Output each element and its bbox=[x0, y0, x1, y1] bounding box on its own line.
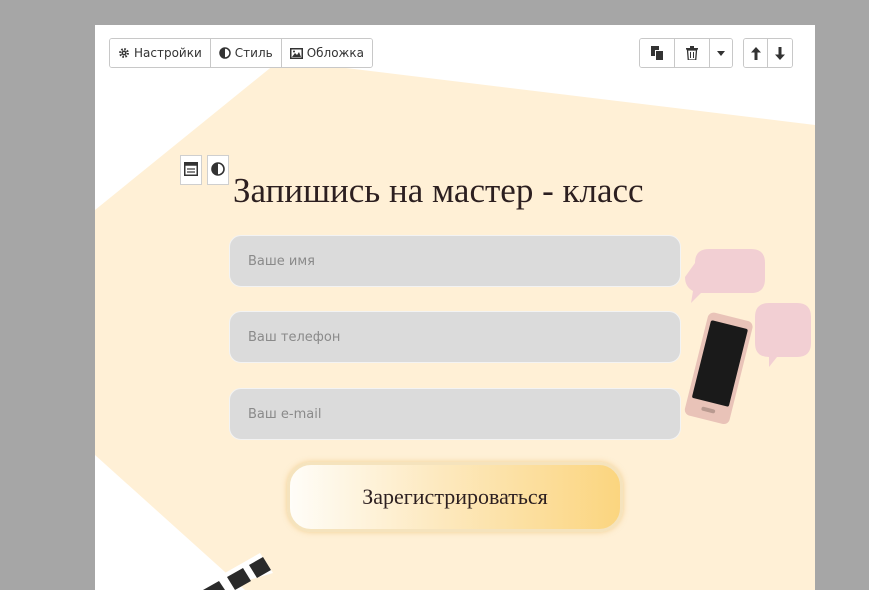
caret-down-icon bbox=[717, 50, 725, 56]
contrast-icon bbox=[211, 161, 225, 180]
register-button-label: Зарегистрироваться bbox=[362, 484, 548, 509]
trash-icon bbox=[686, 46, 698, 60]
arrow-down-icon bbox=[775, 46, 785, 60]
more-actions-dropdown[interactable] bbox=[710, 39, 732, 67]
phone-field[interactable] bbox=[229, 311, 681, 363]
form-title: Запишись на мастер - класс bbox=[233, 171, 644, 210]
form-settings-button[interactable] bbox=[180, 155, 202, 185]
copy-icon bbox=[651, 46, 663, 60]
form-icon bbox=[184, 161, 198, 180]
editor-canvas: Настройки Стиль Обложка Запишись на маст… bbox=[95, 25, 815, 590]
gear-icon bbox=[118, 47, 130, 59]
style-button[interactable]: Стиль bbox=[210, 39, 282, 67]
delete-button[interactable] bbox=[675, 39, 710, 67]
register-button[interactable]: Зарегистрироваться bbox=[287, 462, 623, 532]
email-field[interactable] bbox=[229, 388, 681, 440]
image-icon bbox=[289, 47, 303, 59]
block-toolbar-actions bbox=[639, 38, 733, 68]
name-field[interactable] bbox=[229, 235, 681, 287]
cover-button[interactable]: Обложка bbox=[281, 39, 372, 67]
form-style-button[interactable] bbox=[207, 155, 229, 185]
block-move-toolbar bbox=[743, 38, 793, 68]
style-label: Стиль bbox=[234, 46, 273, 60]
block-toolbar-left: Настройки Стиль Обложка bbox=[109, 38, 373, 68]
settings-label: Настройки bbox=[134, 46, 202, 60]
arrow-up-icon bbox=[750, 46, 761, 60]
copy-button[interactable] bbox=[640, 39, 675, 67]
cover-label: Обложка bbox=[306, 46, 364, 60]
move-down-button[interactable] bbox=[768, 39, 792, 67]
move-up-button[interactable] bbox=[744, 39, 768, 67]
settings-button[interactable]: Настройки bbox=[110, 39, 211, 67]
contrast-icon bbox=[219, 47, 231, 59]
